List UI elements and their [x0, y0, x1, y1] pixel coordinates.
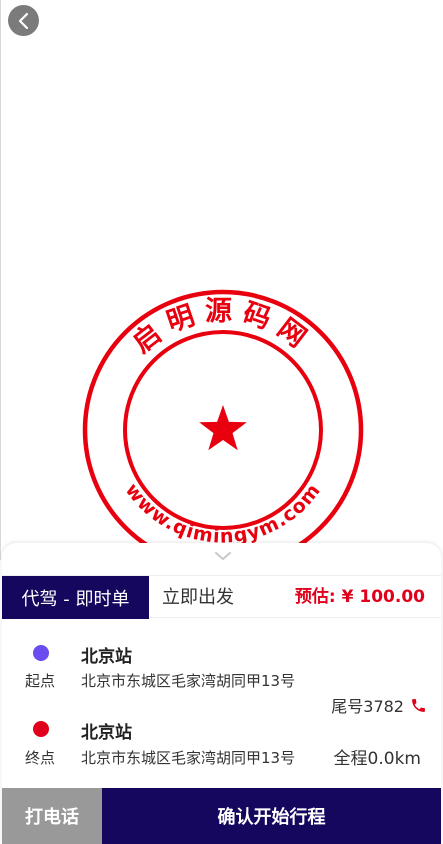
start-address: 北京市东城区毛家湾胡同甲13号	[81, 672, 296, 690]
watermark-stamp: 启明源码网 www.qimingym.com	[82, 289, 364, 571]
end-address: 北京市东城区毛家湾胡同甲13号	[81, 749, 296, 767]
end-name: 北京站	[81, 723, 132, 743]
order-info-row: 代驾 - 即时单 立即出发 预估: ¥ 100.00	[2, 575, 441, 619]
chevron-down-icon[interactable]	[214, 551, 232, 561]
confirm-start-button[interactable]: 确认开始行程	[102, 788, 441, 844]
star-icon	[199, 405, 247, 451]
chevron-left-icon	[18, 12, 28, 29]
call-button[interactable]: 打电话	[2, 788, 102, 844]
stamp-top-text: 启明源码网	[127, 296, 319, 359]
depart-mode: 立即出发	[162, 587, 234, 608]
plate-tail: 尾号3782	[331, 697, 404, 716]
back-button[interactable]	[8, 5, 39, 36]
end-dot-icon	[33, 721, 49, 737]
trip-distance: 全程0.0km	[333, 749, 421, 769]
start-name: 北京站	[81, 647, 132, 667]
end-label: 终点	[25, 749, 56, 767]
estimated-price: 预估: ¥ 100.00	[294, 587, 425, 607]
trip-panel: 代驾 - 即时单 立即出发 预估: ¥ 100.00 北京站 起点 北京市东城区…	[2, 543, 441, 844]
map-view[interactable]: 启明源码网 www.qimingym.com	[0, 0, 443, 571]
service-type-tag: 代驾 - 即时单	[2, 576, 149, 619]
plate-tail-row[interactable]: 尾号3782	[331, 693, 427, 717]
start-dot-icon	[33, 645, 49, 661]
stamp-bottom-text: www.qimingym.com	[121, 479, 325, 547]
phone-icon[interactable]	[410, 697, 427, 714]
start-label: 起点	[25, 672, 56, 690]
